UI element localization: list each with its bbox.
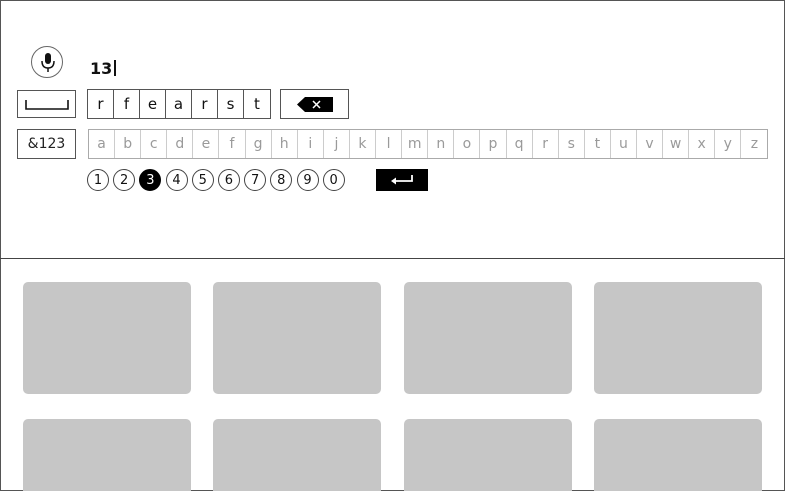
enter-button[interactable] (376, 169, 428, 191)
content-tile[interactable] (23, 282, 191, 394)
letter-key[interactable]: i (298, 130, 324, 158)
suggestion-key[interactable]: e (140, 90, 166, 118)
suggestion-key[interactable]: r (192, 90, 218, 118)
letter-key[interactable]: w (663, 130, 690, 158)
letter-key[interactable]: u (611, 130, 637, 158)
letter-key[interactable]: x (689, 130, 716, 158)
digit-key[interactable]: 9 (296, 169, 319, 191)
letter-key[interactable]: r (533, 130, 559, 158)
digit-key[interactable]: 5 (191, 169, 214, 191)
digit-key-row: 1 2 3 4 5 6 7 8 9 0 (87, 169, 345, 191)
letter-key[interactable]: f (219, 130, 246, 158)
letter-key[interactable]: z (741, 130, 767, 158)
digit-key[interactable]: 1 (87, 169, 109, 191)
letter-key[interactable]: y (715, 130, 742, 158)
content-tile[interactable] (594, 282, 762, 394)
text-caret (114, 60, 116, 76)
letter-key[interactable]: l (376, 130, 403, 158)
backspace-button[interactable] (280, 89, 349, 119)
letter-key[interactable]: s (559, 130, 585, 158)
suggestion-key[interactable]: f (114, 90, 140, 118)
suggestion-key[interactable]: a (166, 90, 192, 118)
letter-key[interactable]: t (585, 130, 611, 158)
digit-key[interactable]: 6 (217, 169, 240, 191)
enter-arrow-icon (391, 175, 413, 185)
space-bar-icon (25, 100, 69, 110)
digit-key[interactable]: 7 (244, 169, 267, 191)
suggestion-key[interactable]: s (218, 90, 244, 118)
digit-key[interactable]: 2 (113, 169, 136, 191)
symbols-key[interactable]: &123 (17, 129, 76, 159)
content-tile[interactable] (23, 419, 191, 491)
suggestion-key[interactable]: r (88, 90, 114, 118)
content-tile[interactable] (594, 419, 762, 491)
letter-key[interactable]: h (272, 130, 298, 158)
letter-key[interactable]: j (324, 130, 350, 158)
alphabet-key-row: a b c d e f g h i j k l m n o p q r s t … (88, 129, 769, 159)
digit-key[interactable]: 0 (322, 169, 345, 191)
digit-key[interactable]: 4 (165, 169, 188, 191)
letter-key[interactable]: k (350, 130, 377, 158)
letter-key[interactable]: a (89, 130, 116, 158)
search-input-text[interactable]: 13 (90, 59, 116, 79)
letter-key[interactable]: o (454, 130, 481, 158)
letter-key[interactable]: d (167, 130, 194, 158)
suggestion-key-row: r f e a r s t (87, 89, 271, 119)
digit-key[interactable]: 3 (139, 169, 162, 191)
letter-key[interactable]: v (637, 130, 664, 158)
content-tile[interactable] (404, 282, 572, 394)
letter-key[interactable]: q (507, 130, 533, 158)
letter-key[interactable]: g (246, 130, 272, 158)
digit-key[interactable]: 8 (270, 169, 293, 191)
letter-key[interactable]: c (141, 130, 168, 158)
letter-key[interactable]: e (193, 130, 220, 158)
microphone-icon (41, 53, 55, 72)
letter-key[interactable]: m (402, 130, 429, 158)
content-tile[interactable] (213, 282, 381, 394)
content-tile[interactable] (404, 419, 572, 491)
backspace-icon (297, 97, 333, 112)
microphone-button[interactable] (31, 46, 63, 78)
content-grid (0, 259, 785, 491)
letter-key[interactable]: n (428, 130, 455, 158)
letter-key[interactable]: b (115, 130, 142, 158)
content-tile[interactable] (213, 419, 381, 491)
letter-key[interactable]: p (480, 130, 507, 158)
typed-value: 13 (90, 59, 113, 78)
suggestion-key[interactable]: t (244, 90, 270, 118)
space-key[interactable] (17, 90, 76, 118)
